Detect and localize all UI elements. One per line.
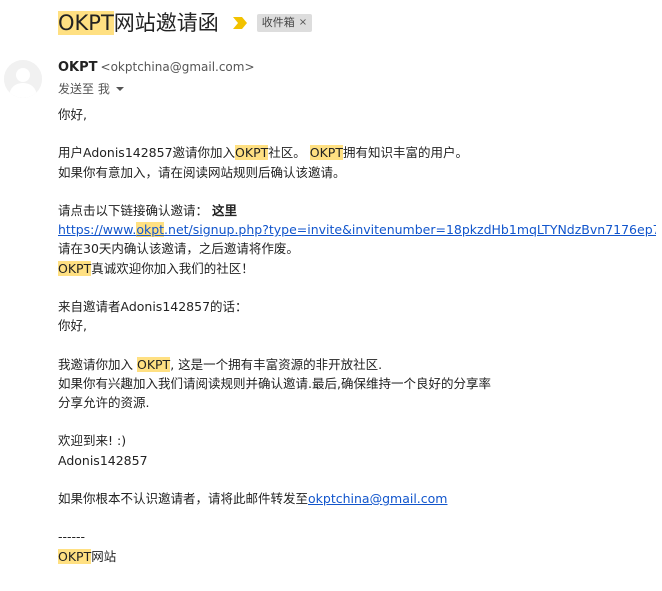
body-line: 如果你根本不认识邀请者，请将此邮件转发至okptchina@gmail.com bbox=[58, 490, 448, 506]
invite-link[interactable]: https://www.okpt.net/signup.php?type=inv… bbox=[58, 222, 656, 238]
subject-row: OKPT网站邀请函 收件箱 × bbox=[58, 8, 313, 38]
inbox-label-text: 收件箱 bbox=[261, 16, 295, 29]
recipient-text: 发送至 我 bbox=[58, 82, 110, 96]
sender-name[interactable]: OKPT bbox=[58, 60, 98, 75]
subject-highlight: OKPT bbox=[58, 11, 114, 35]
default-avatar-icon bbox=[4, 60, 42, 98]
forward-email-link[interactable]: okptchina@gmail.com bbox=[308, 491, 447, 506]
important-marker-icon[interactable] bbox=[232, 16, 247, 30]
remove-label-icon[interactable]: × bbox=[299, 15, 307, 31]
inbox-label-chip[interactable]: 收件箱 × bbox=[256, 14, 313, 32]
body-line: 请在30天内确认该邀请，之后邀请将作废。 bbox=[58, 241, 299, 257]
invite-link-line: https://www.okpt.net/signup.php?type=inv… bbox=[58, 220, 656, 239]
signature: OKPT网站 bbox=[58, 548, 117, 564]
okpt-highlight: OKPT bbox=[58, 548, 92, 564]
email-body: 你好, 用户Adonis142857邀请你加入OKPT社区。 OKPT拥有知识丰… bbox=[58, 105, 658, 566]
sender-line: OKPT <okptchina@gmail.com> bbox=[58, 60, 255, 75]
body-line: 如果你有意加入，请在阅读网站规则后确认该邀请。 bbox=[58, 164, 346, 180]
body-line: 欢迎到来! :) bbox=[58, 433, 127, 449]
okpt-highlight: OKPT bbox=[309, 145, 343, 161]
sender-avatar bbox=[4, 60, 42, 98]
here-link-text: 这里 bbox=[211, 202, 237, 218]
body-line: OKPT真诚欢迎你加入我们的社区！ bbox=[58, 260, 254, 276]
body-line: Adonis142857 bbox=[58, 452, 148, 468]
body-line: 来自邀请者Adonis142857的话： bbox=[58, 298, 248, 314]
signature-separator: ------ bbox=[58, 529, 86, 545]
body-line: 请点击以下链接确认邀请： 这里 bbox=[58, 202, 237, 218]
body-line: 我邀请你加入 OKPT, 这是一个拥有丰富资源的非开放社区. bbox=[58, 356, 383, 372]
recipient-details-toggle[interactable]: 发送至 我 bbox=[58, 80, 124, 97]
body-line: 你好, bbox=[58, 318, 87, 334]
body-line: 用户Adonis142857邀请你加入OKPT社区。 OKPT拥有知识丰富的用户… bbox=[58, 145, 468, 161]
body-line: 分享允许的资源. bbox=[58, 394, 150, 410]
sender-email: <okptchina@gmail.com> bbox=[100, 60, 255, 74]
okpt-highlight: OKPT bbox=[136, 356, 171, 372]
greeting: 你好, bbox=[58, 107, 87, 122]
chevron-down-icon[interactable] bbox=[115, 86, 124, 91]
email-subject: OKPT网站邀请函 bbox=[58, 8, 219, 38]
body-line: 如果你有兴趣加入我们请阅读规则并确认邀请.最后,确保维持一个良好的分享率 bbox=[58, 375, 491, 391]
subject-text: 网站邀请函 bbox=[113, 11, 219, 35]
okpt-highlight: OKPT bbox=[58, 260, 92, 276]
okpt-highlight: OKPT bbox=[235, 145, 269, 161]
